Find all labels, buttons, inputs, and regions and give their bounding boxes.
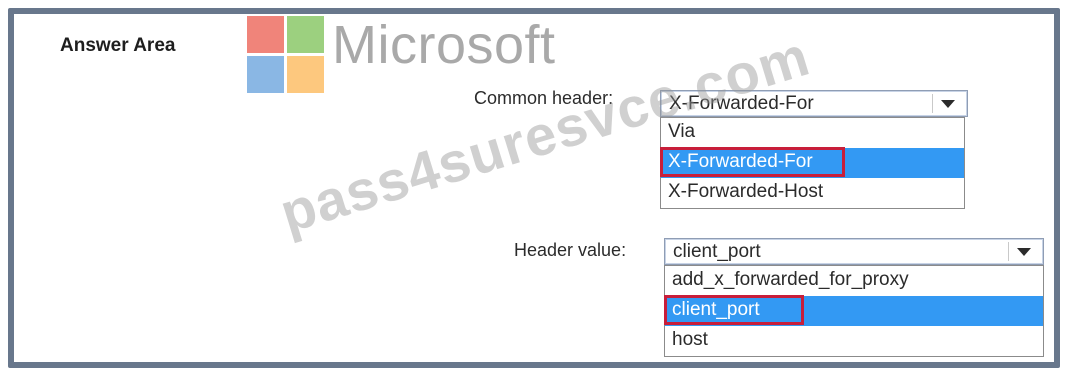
answer-area-title: Answer Area (60, 35, 176, 56)
logo-red-square (247, 16, 284, 53)
logo-yellow-square (287, 56, 324, 93)
header-value-selected-value: client_port (673, 241, 761, 262)
header-value-select[interactable]: client_port (664, 238, 1044, 265)
header-value-label: Header value: (514, 240, 627, 260)
common-header-option-x-forwarded-for[interactable]: X-Forwarded-For (661, 148, 964, 178)
header-value-option-client-port[interactable]: client_port (665, 296, 1043, 326)
chevron-down-icon[interactable] (932, 94, 963, 113)
header-value-option-add-x-forwarded-for-proxy[interactable]: add_x_forwarded_for_proxy (665, 266, 1043, 296)
header-value-options: add_x_forwarded_for_proxy client_port ho… (664, 265, 1044, 357)
header-value-option-host[interactable]: host (665, 326, 1043, 356)
common-header-option-x-forwarded-host[interactable]: X-Forwarded-Host (661, 178, 964, 208)
logo-blue-square (247, 56, 284, 93)
answer-panel: Answer Area Microsoft Common header: X-F… (14, 14, 1054, 362)
logo-green-square (287, 16, 324, 53)
microsoft-wordmark: Microsoft (332, 15, 556, 75)
common-header-options: Via X-Forwarded-For X-Forwarded-Host (660, 117, 965, 209)
common-header-option-via[interactable]: Via (661, 118, 964, 148)
chevron-down-icon[interactable] (1008, 242, 1039, 261)
